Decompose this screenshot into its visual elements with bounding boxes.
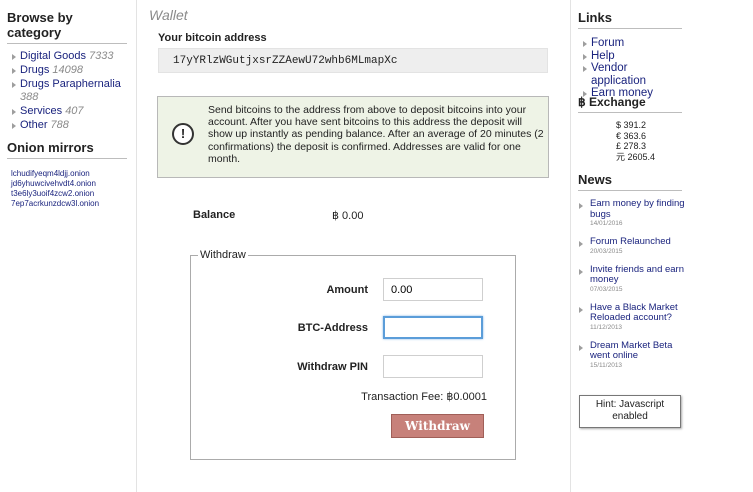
- exclamation-icon: !: [172, 123, 194, 145]
- deposit-notice: ! Send bitcoins to the address from abov…: [157, 96, 549, 178]
- category-count: 14098: [52, 64, 83, 76]
- link-item[interactable]: Vendor application: [578, 62, 682, 87]
- news-link[interactable]: Invite friends and earn money: [590, 264, 694, 286]
- withdraw-pin-label: Withdraw PIN: [297, 361, 368, 373]
- exchange-rates: $ 391.2 € 363.6 £ 278.3 元 2605.4: [578, 120, 682, 162]
- news-link[interactable]: Have a Black Market Reloaded account?: [590, 302, 694, 324]
- bullet-icon: [579, 203, 583, 209]
- bullet-icon: [12, 109, 16, 115]
- news-date: 07/03/2015: [590, 285, 623, 293]
- news-date: 20/03/2015: [590, 247, 623, 255]
- notice-text: Send bitcoins to the address from above …: [208, 104, 544, 165]
- bullet-icon: [579, 241, 583, 247]
- bullet-icon: [12, 123, 16, 129]
- page-title: Wallet: [149, 7, 188, 23]
- link-forum[interactable]: Forum: [591, 37, 624, 49]
- news-item[interactable]: Dream Market Beta went online 15/11/2013: [578, 340, 690, 370]
- category-count: 388: [20, 91, 39, 103]
- category-list: Digital Goods 7333 Drugs 14098 Drugs Parap…: [7, 50, 127, 132]
- left-sidebar: Browse by category Digital Goods 7333 Dru…: [0, 0, 137, 492]
- links-list: Forum Help Vendor application Earn money: [578, 37, 682, 100]
- news-title: News: [578, 172, 682, 191]
- link-help[interactable]: Help: [591, 50, 615, 62]
- category-link[interactable]: Drugs Paraphernalia: [20, 78, 121, 90]
- category-item[interactable]: Digital Goods 7333: [7, 50, 127, 63]
- main-content: Wallet Your bitcoin address 17yYRlzWGutj…: [137, 0, 569, 492]
- btc-address-input[interactable]: [383, 316, 483, 339]
- bullet-icon: [583, 53, 587, 60]
- news-list: Earn money by finding bugs 14/01/2016 Fo…: [578, 198, 690, 370]
- news-item[interactable]: Have a Black Market Reloaded account? 11…: [578, 302, 690, 332]
- links-title: Links: [578, 10, 682, 29]
- news-item[interactable]: Forum Relaunched 20/03/2015: [578, 236, 690, 256]
- bullet-icon: [579, 306, 583, 313]
- news-item[interactable]: Invite friends and earn money 07/03/2015: [578, 264, 690, 294]
- bullet-icon: [12, 82, 16, 88]
- rate-eur: € 363.6: [616, 130, 647, 141]
- address-label: Your bitcoin address: [158, 32, 267, 44]
- rate-gbp: £ 278.3: [616, 141, 647, 151]
- news-date: 15/11/2013: [590, 361, 623, 369]
- right-sidebar: Links Forum Help Vendor application Earn…: [570, 0, 753, 492]
- mirrors-title: Onion mirrors: [7, 140, 127, 159]
- bullet-icon: [583, 41, 587, 47]
- bitcoin-address[interactable]: 17yYRlzWGutjxsrZZAewU72whb6MLmapXc: [158, 48, 548, 73]
- news-date: 14/01/2016: [590, 220, 623, 227]
- category-item[interactable]: Services 407: [7, 105, 127, 118]
- amount-input[interactable]: [383, 278, 483, 301]
- category-count: 788: [50, 119, 69, 131]
- category-item[interactable]: Other 788: [7, 119, 127, 132]
- category-link[interactable]: Other: [20, 119, 48, 131]
- withdraw-fieldset: Withdraw Amount BTC-Address Withdraw PIN…: [190, 249, 516, 460]
- news-link[interactable]: Dream Market Beta went online: [590, 340, 694, 362]
- btc-address-label: BTC-Address: [297, 322, 368, 334]
- mirror-link[interactable]: t3e6ly3uoif4zcw2.onion: [7, 189, 127, 199]
- category-count: 407: [65, 105, 84, 117]
- rate-cny: 元 2605.4: [616, 151, 656, 162]
- balance-value: ฿ 0.00: [332, 210, 364, 222]
- category-link[interactable]: Drugs: [20, 64, 49, 76]
- balance-label: Balance: [193, 209, 236, 221]
- withdraw-pin-input[interactable]: [383, 355, 483, 378]
- category-link[interactable]: Services: [20, 105, 62, 117]
- news-link[interactable]: Forum Relaunched: [590, 236, 694, 248]
- news-link[interactable]: Earn money by finding bugs: [590, 198, 694, 220]
- exchange-title: ฿ Exchange: [578, 95, 682, 113]
- category-item[interactable]: Drugs 14098: [7, 64, 127, 77]
- transaction-fee: Transaction Fee: ฿0.0001: [361, 391, 487, 403]
- amount-label: Amount: [326, 284, 368, 296]
- withdraw-button[interactable]: Withdraw: [391, 414, 484, 438]
- bullet-icon: [579, 268, 583, 275]
- javascript-hint: Hint: Javascript enabled: [579, 395, 681, 428]
- category-count: 7333: [89, 50, 114, 62]
- news-date: 11/12/2013: [590, 323, 623, 331]
- withdraw-legend: Withdraw: [198, 249, 248, 261]
- news-item[interactable]: Earn money by finding bugs 14/01/2016: [578, 198, 690, 228]
- category-link[interactable]: Digital Goods: [20, 50, 86, 62]
- category-item[interactable]: Drugs Paraphernalia 388: [7, 78, 127, 104]
- mirror-link[interactable]: jd6yhuwcivehvdt4.onion: [7, 179, 127, 189]
- bullet-icon: [583, 66, 587, 72]
- rate-usd: $ 391.2: [616, 120, 647, 130]
- link-vendor-application[interactable]: Vendor application: [591, 62, 646, 87]
- bullet-icon: [12, 68, 16, 74]
- link-item[interactable]: Help: [578, 50, 682, 63]
- mirror-link[interactable]: lchudifyeqm4ldjj.onion: [7, 169, 127, 179]
- category-title: Browse by category: [7, 10, 127, 44]
- bullet-icon: [12, 54, 16, 60]
- mirror-link[interactable]: 7ep7acrkunzdcw3l.onion: [7, 199, 127, 209]
- link-item[interactable]: Forum: [578, 37, 682, 50]
- bullet-icon: [579, 344, 583, 351]
- mirror-list: lchudifyeqm4ldjj.onion jd6yhuwcivehvdt4.…: [7, 169, 127, 209]
